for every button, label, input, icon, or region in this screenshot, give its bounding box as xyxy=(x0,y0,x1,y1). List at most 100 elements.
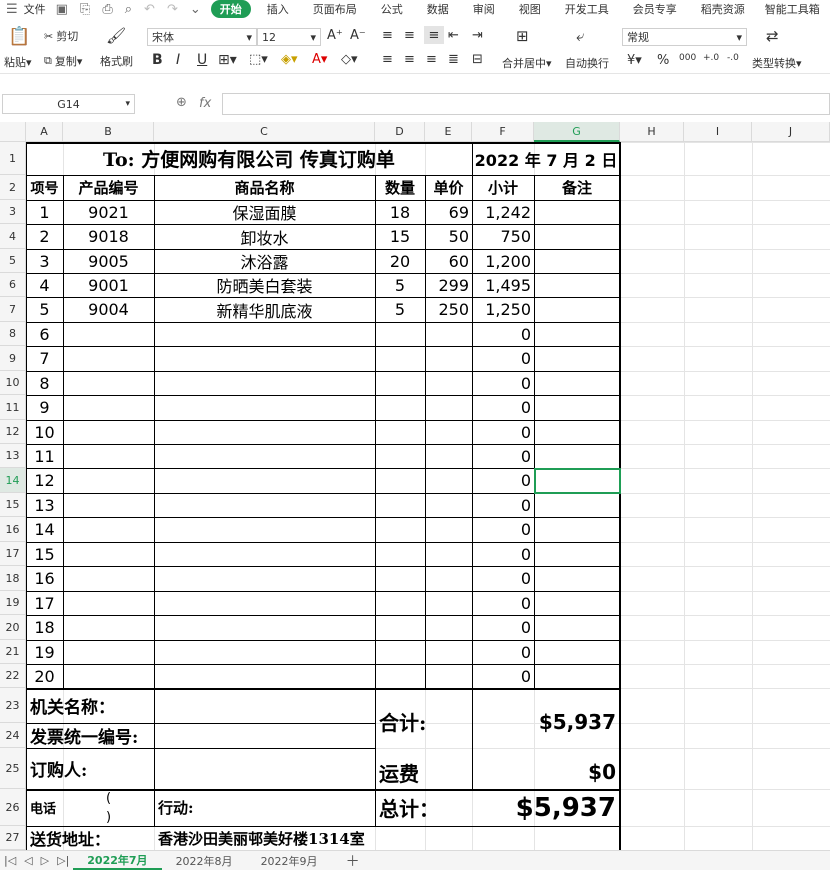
item-name[interactable]: 防晒美白套装 xyxy=(154,273,375,297)
item-no[interactable]: 2 xyxy=(26,224,63,249)
align-left-icon[interactable]: ≡ xyxy=(382,52,393,67)
item-no[interactable]: 10 xyxy=(26,420,63,444)
row-header-8[interactable]: 8 xyxy=(0,322,26,346)
row-header-10[interactable]: 10 xyxy=(0,371,26,395)
item-subtotal[interactable]: 0 xyxy=(472,371,534,395)
item-subtotal[interactable]: 0 xyxy=(472,346,534,371)
tab-formulas[interactable]: 公式 xyxy=(369,1,415,17)
item-subtotal[interactable]: 750 xyxy=(472,224,534,249)
item-code[interactable]: 9021 xyxy=(63,200,154,224)
column-header-f[interactable]: F xyxy=(472,122,534,142)
bold-icon[interactable]: B xyxy=(152,52,163,68)
row-header-15[interactable]: 15 xyxy=(0,493,26,517)
item-code[interactable]: 9001 xyxy=(63,273,154,297)
item-qty[interactable]: 5 xyxy=(375,273,425,297)
format-painter-icon[interactable]: 🖌 xyxy=(106,26,126,45)
item-code[interactable] xyxy=(63,640,154,664)
row-header-26[interactable]: 26 xyxy=(0,789,26,826)
tab-page-layout[interactable]: 页面布局 xyxy=(301,1,369,17)
merge-center-button[interactable]: 合并居中 ▾ xyxy=(502,55,552,71)
row-header-19[interactable]: 19 xyxy=(0,591,26,615)
item-qty[interactable] xyxy=(375,566,425,591)
item-name[interactable] xyxy=(154,517,375,542)
item-subtotal[interactable]: 0 xyxy=(472,566,534,591)
selected-cell[interactable] xyxy=(534,468,621,494)
row-header-14[interactable]: 14 xyxy=(0,468,26,493)
row-header-3[interactable]: 3 xyxy=(0,200,26,224)
tab-smart-tools[interactable]: 智能工具箱 xyxy=(757,1,828,17)
item-name[interactable] xyxy=(154,640,375,664)
item-subtotal[interactable]: 0 xyxy=(472,493,534,517)
justify-icon[interactable]: ≣ xyxy=(448,52,459,67)
fx-icon[interactable]: fx xyxy=(199,96,211,111)
column-header-j[interactable]: J xyxy=(752,122,830,142)
item-subtotal[interactable]: 0 xyxy=(472,615,534,640)
border-icon[interactable]: ⊞▾ xyxy=(218,52,237,68)
item-qty[interactable] xyxy=(375,542,425,566)
item-subtotal[interactable]: 0 xyxy=(472,468,534,493)
item-code[interactable] xyxy=(63,664,154,688)
align-top-icon[interactable]: ≡ xyxy=(382,28,393,43)
item-subtotal[interactable]: 0 xyxy=(472,640,534,664)
phone-paren-open[interactable]: ( xyxy=(63,789,154,808)
column-header-e[interactable]: E xyxy=(425,122,472,142)
zoom-search-icon[interactable]: ⊕ xyxy=(176,95,187,110)
print-preview-icon[interactable]: ⎘ xyxy=(74,2,96,17)
header-price[interactable]: 单价 xyxy=(425,175,472,200)
row-header-5[interactable]: 5 xyxy=(0,249,26,273)
item-subtotal[interactable]: 0 xyxy=(472,444,534,468)
item-code[interactable]: 9005 xyxy=(63,249,154,273)
item-price[interactable] xyxy=(425,517,472,542)
decrease-decimal-icon[interactable]: -.0 xyxy=(727,53,739,63)
font-shrink-icon[interactable]: A⁻ xyxy=(350,28,366,43)
row-header-7[interactable]: 7 xyxy=(0,297,26,322)
header-item[interactable]: 项号 xyxy=(26,175,63,200)
font-size-select[interactable]: 12 ▾ xyxy=(257,28,321,46)
item-qty[interactable] xyxy=(375,444,425,468)
underline-icon[interactable]: U xyxy=(197,52,207,68)
item-code[interactable] xyxy=(63,395,154,420)
next-sheet-icon[interactable]: ▷ xyxy=(37,854,53,867)
item-qty[interactable]: 5 xyxy=(375,297,425,322)
item-price[interactable] xyxy=(425,615,472,640)
item-name[interactable] xyxy=(154,371,375,395)
item-no[interactable]: 1 xyxy=(26,200,63,224)
item-name[interactable] xyxy=(154,615,375,640)
item-name[interactable] xyxy=(154,542,375,566)
name-box[interactable]: G14 ▾ xyxy=(2,94,135,114)
item-price[interactable] xyxy=(425,322,472,346)
row-header-25[interactable]: 25 xyxy=(0,748,26,789)
tab-home[interactable]: 开始 xyxy=(210,0,251,18)
last-sheet-icon[interactable]: ▷| xyxy=(53,854,73,867)
item-code[interactable] xyxy=(63,591,154,615)
item-code[interactable] xyxy=(63,468,154,493)
sheet-tab-aug[interactable]: 2022年8月 xyxy=(162,853,247,869)
item-price[interactable]: 60 xyxy=(425,249,472,273)
search-doc-icon[interactable]: ⌕ xyxy=(119,2,138,17)
item-qty[interactable]: 20 xyxy=(375,249,425,273)
row-header-13[interactable]: 13 xyxy=(0,444,26,468)
save-icon[interactable]: ▣ xyxy=(50,2,74,17)
item-no[interactable]: 14 xyxy=(26,517,63,542)
item-no[interactable]: 9 xyxy=(26,395,63,420)
convert-icon[interactable]: ⇄ xyxy=(766,27,779,45)
grand-total-label[interactable]: 总计： xyxy=(375,789,472,826)
total-label[interactable]: 合计: xyxy=(375,688,472,755)
buyer-label[interactable]: 订购人: xyxy=(26,748,154,789)
item-price[interactable] xyxy=(425,395,472,420)
item-price[interactable] xyxy=(425,640,472,664)
header-code[interactable]: 产品编号 xyxy=(63,175,154,200)
type-convert-button[interactable]: 类型转换 ▾ xyxy=(752,55,802,71)
spreadsheet-grid[interactable]: To: 方便网购有限公司 传真订购单 2022 年 7 月 2 日项号 产品编号 商品… xyxy=(26,142,830,851)
align-right-icon[interactable]: ≡ xyxy=(426,52,437,67)
item-subtotal[interactable]: 0 xyxy=(472,395,534,420)
font-grow-icon[interactable]: A⁺ xyxy=(327,28,343,43)
item-code[interactable] xyxy=(63,420,154,444)
item-price[interactable] xyxy=(425,566,472,591)
item-qty[interactable] xyxy=(375,468,425,493)
row-header-6[interactable]: 6 xyxy=(0,273,26,297)
tab-review[interactable]: 审阅 xyxy=(461,1,507,17)
column-header-g[interactable]: G xyxy=(534,122,620,142)
item-no[interactable]: 15 xyxy=(26,542,63,566)
item-code[interactable] xyxy=(63,566,154,591)
